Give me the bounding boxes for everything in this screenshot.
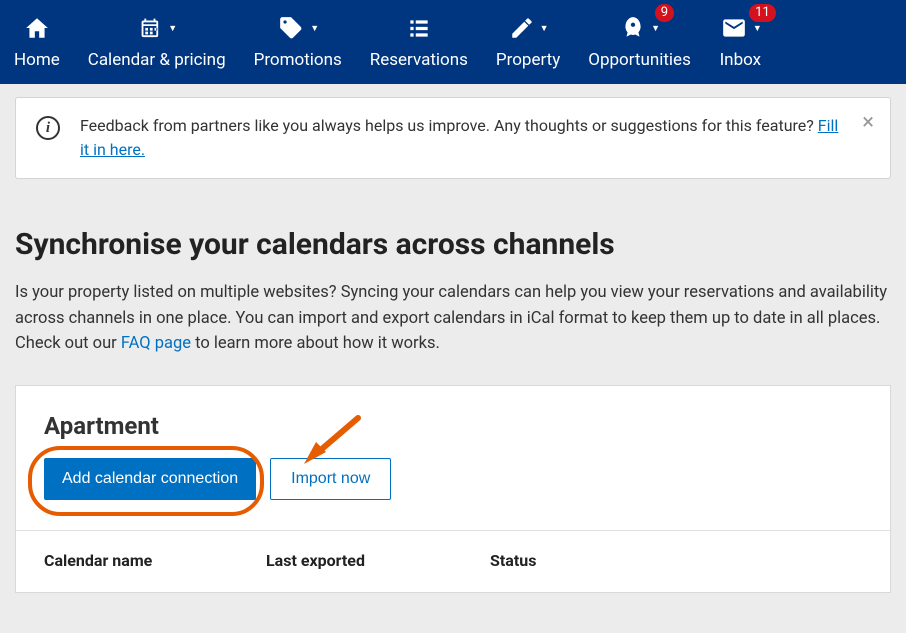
badge-count: 9 (655, 4, 674, 22)
chevron-down-icon: ▼ (540, 23, 549, 34)
badge-count: 11 (749, 4, 776, 22)
nav-label: Opportunities (588, 50, 691, 70)
col-status: Status (490, 551, 536, 570)
chevron-down-icon: ▼ (651, 23, 660, 34)
chevron-down-icon: ▼ (310, 23, 319, 34)
nav-label: Inbox (720, 50, 762, 70)
page-content: i Feedback from partners like you always… (0, 97, 906, 633)
nav-promotions[interactable]: ▼ Promotions (240, 0, 356, 84)
list-icon (405, 15, 433, 41)
nav-label: Calendar & pricing (88, 50, 226, 70)
card-heading: Apartment (44, 412, 862, 440)
apartment-card: Apartment Add calendar connection Import… (15, 385, 891, 593)
nav-home[interactable]: Home (0, 0, 74, 84)
col-last-exported: Last exported (266, 551, 490, 570)
intro-text-2: to learn more about how it works. (191, 334, 440, 353)
table-header: Calendar name Last exported Status (16, 530, 890, 592)
nav-reservations[interactable]: Reservations (356, 0, 482, 84)
button-row: Add calendar connection Import now (44, 458, 862, 500)
feedback-message: Feedback from partners like you always h… (80, 116, 818, 135)
feedback-text: Feedback from partners like you always h… (80, 114, 840, 162)
add-calendar-connection-button[interactable]: Add calendar connection (44, 458, 256, 500)
calendar-icon (136, 15, 164, 41)
top-nav: Home ▼ Calendar & pricing ▼ Promotions R… (0, 0, 906, 84)
intro-paragraph: Is your property listed on multiple webs… (15, 280, 891, 357)
page-title: Synchronise your calendars across channe… (15, 227, 891, 262)
faq-link[interactable]: FAQ page (121, 334, 191, 353)
info-icon: i (36, 116, 60, 140)
chevron-down-icon: ▼ (168, 23, 177, 34)
tag-icon (276, 15, 306, 41)
nav-inbox[interactable]: 11 ▼ Inbox (705, 0, 776, 84)
nav-calendar[interactable]: ▼ Calendar & pricing (74, 0, 240, 84)
nav-label: Property (496, 50, 560, 70)
feedback-banner: i Feedback from partners like you always… (15, 97, 891, 179)
nav-opportunities[interactable]: 9 ▼ Opportunities (574, 0, 705, 84)
rocket-icon (619, 15, 647, 41)
chevron-down-icon: ▼ (753, 23, 762, 34)
nav-label: Home (14, 50, 60, 70)
close-icon[interactable]: × (862, 112, 874, 134)
col-calendar-name: Calendar name (44, 551, 266, 570)
import-now-button[interactable]: Import now (270, 458, 391, 500)
nav-label: Promotions (254, 50, 342, 70)
nav-label: Reservations (370, 50, 468, 70)
pencil-icon (508, 15, 536, 41)
nav-property[interactable]: ▼ Property (482, 0, 574, 84)
mail-icon (719, 15, 749, 41)
home-icon (23, 15, 51, 41)
